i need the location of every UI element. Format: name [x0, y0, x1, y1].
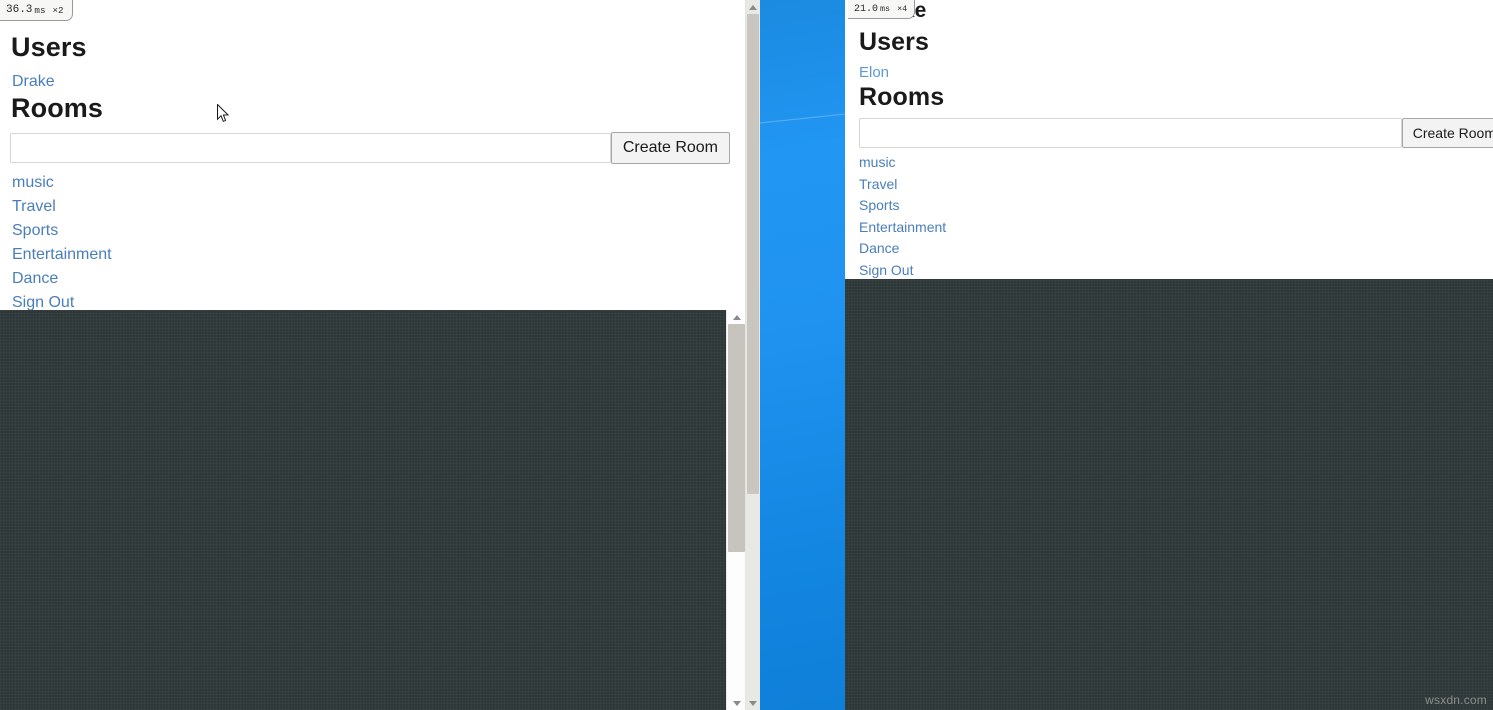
user-link-drake[interactable]: Drake [12, 72, 55, 91]
right-render-perf-badge: 21.0 ms ×4 [848, 0, 916, 19]
left-render-perf-badge: 36.3 ms ×2 [0, 0, 73, 21]
perf-time-value: 21.0 [854, 3, 879, 15]
room-list: music Travel Sports Entertainment Dance … [859, 152, 946, 282]
perf-render-count: ×4 [897, 4, 908, 14]
caret-down-icon [732, 700, 741, 706]
inner-scrollbar-thumb[interactable] [728, 324, 745, 552]
caret-down-icon [749, 700, 757, 706]
desktop-background [758, 0, 848, 710]
room-link-travel[interactable]: Travel [859, 174, 946, 196]
create-room-form: Create Room [859, 118, 1493, 148]
room-name-input[interactable] [859, 118, 1402, 148]
room-name-input[interactable] [10, 133, 611, 163]
scroll-up-arrow-icon[interactable] [727, 310, 746, 324]
page-scrollbar[interactable] [745, 0, 760, 710]
room-link-sports[interactable]: Sports [859, 195, 946, 217]
create-room-form: Create Room [10, 132, 730, 164]
perf-render-count: ×2 [52, 4, 64, 16]
page-scroll-down-arrow-icon[interactable] [746, 696, 760, 710]
page-scroll-up-arrow-icon[interactable] [746, 0, 760, 14]
page-title-rooms: Rooms [859, 83, 945, 111]
page-scrollbar-thumb[interactable] [747, 14, 759, 494]
room-link-entertainment[interactable]: Entertainment [12, 243, 112, 267]
room-link-music[interactable]: music [859, 152, 946, 174]
room-link-travel[interactable]: Travel [12, 195, 112, 219]
caret-up-icon [732, 314, 741, 320]
page-title-users: Users [11, 32, 87, 62]
room-link-entertainment[interactable]: Entertainment [859, 217, 946, 239]
perf-time-value: 36.3 [6, 4, 33, 16]
watermark: wsxdn.com [1425, 693, 1487, 707]
room-link-dance[interactable]: Dance [859, 238, 946, 260]
create-room-button[interactable]: Create Room [1401, 118, 1493, 148]
room-link-sports[interactable]: Sports [12, 219, 112, 243]
create-room-button[interactable]: Create Room [610, 132, 730, 164]
left-media-region [0, 310, 726, 710]
perf-time-unit: ms [34, 4, 46, 16]
perf-time-unit: ms [880, 4, 891, 14]
scroll-down-arrow-icon[interactable] [727, 696, 746, 710]
desktop-wallpaper-seam [758, 113, 848, 124]
user-link-elon[interactable]: Elon [859, 64, 889, 81]
right-media-region: wsxdn.com [845, 279, 1493, 710]
page-title-rooms: Rooms [11, 93, 104, 123]
caret-up-icon [749, 4, 757, 10]
inner-scrollbar[interactable] [726, 310, 746, 710]
room-link-dance[interactable]: Dance [12, 267, 112, 291]
room-list: music Travel Sports Entertainment Dance … [12, 171, 112, 315]
page-title-users: Users [859, 28, 929, 56]
room-link-music[interactable]: music [12, 171, 112, 195]
